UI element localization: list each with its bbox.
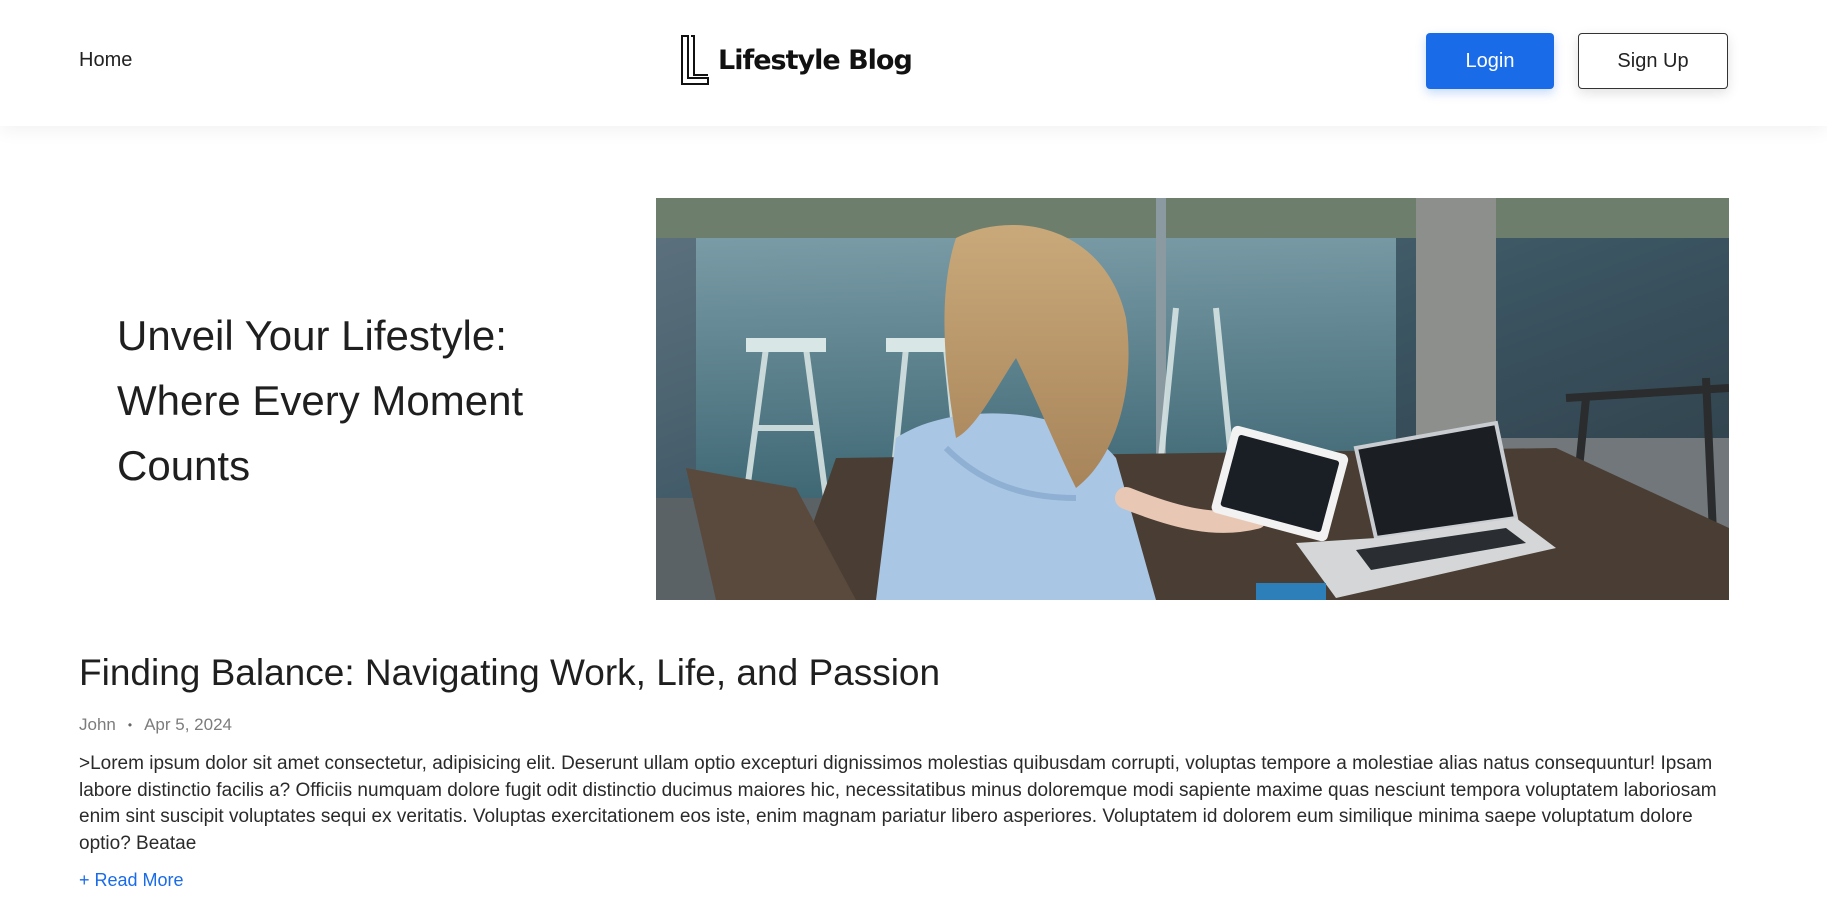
article-meta: John • Apr 5, 2024: [79, 715, 232, 735]
brand-name: Lifestyle Blog: [718, 44, 913, 76]
hero-photo-illustration: [656, 198, 1729, 600]
hero-title: Unveil Your Lifestyle: Where Every Momen…: [117, 303, 597, 498]
login-button[interactable]: Login: [1426, 33, 1554, 89]
brand-logo-icon: [681, 35, 709, 85]
article-excerpt: >Lorem ipsum dolor sit amet consectetur,…: [79, 753, 1717, 854]
hero-title-line: Where Every Moment: [117, 377, 524, 424]
hero-title-line: Unveil Your Lifestyle:: [117, 312, 507, 359]
article-date: Apr 5, 2024: [144, 715, 232, 734]
read-more-link[interactable]: + Read More: [79, 870, 184, 891]
signup-button[interactable]: Sign Up: [1578, 33, 1728, 89]
hero-title-line: Counts: [117, 442, 251, 489]
hero-image: [656, 198, 1729, 600]
article-author: John: [79, 715, 116, 734]
brand-logo[interactable]: Lifestyle Blog: [680, 34, 913, 86]
meta-separator: •: [127, 718, 133, 732]
site-header: Home Lifestyle Blog Login Sign Up: [0, 0, 1827, 126]
nav-home-link[interactable]: Home: [79, 49, 132, 72]
article-title[interactable]: Finding Balance: Navigating Work, Life, …: [79, 652, 940, 694]
